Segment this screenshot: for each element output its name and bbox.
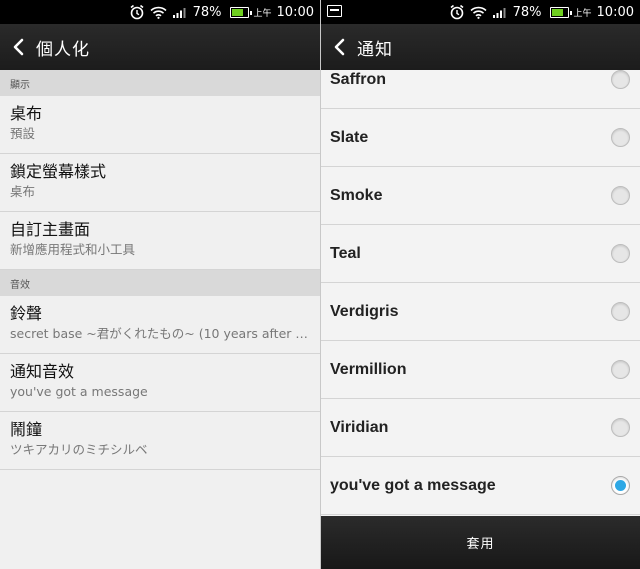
radio-button[interactable] (611, 360, 630, 379)
sound-option[interactable]: Viridian (321, 399, 640, 457)
sound-option[interactable]: Teal (321, 225, 640, 283)
setting-title: 鬧鐘 (10, 420, 43, 439)
sound-option[interactable]: you've got a message (321, 457, 640, 515)
signal-strength-icon (492, 6, 508, 18)
apply-bar: 套用 (321, 516, 640, 569)
radio-button[interactable] (611, 476, 630, 495)
action-bar: 通知 (321, 24, 640, 70)
page-title: 個人化 (36, 39, 90, 60)
sound-option-label: Viridian (330, 418, 389, 436)
setting-title: 通知音效 (10, 362, 75, 381)
setting-wallpaper[interactable]: 桌布 預設 (0, 96, 320, 154)
sound-option-label: Saffron (330, 70, 386, 88)
setting-summary: secret base ~君がくれたもの~ (10 years after V.… (10, 326, 310, 341)
battery-percent: 78% (192, 4, 222, 20)
setting-notification-sound[interactable]: 通知音效 you've got a message (0, 354, 320, 412)
radio-button[interactable] (611, 186, 630, 205)
setting-summary: 預設 (10, 126, 36, 141)
sound-option-list: Saffron Slate Smoke Teal Verdigris Vermi… (321, 70, 640, 516)
wifi-icon (150, 6, 167, 19)
sound-option-label: Smoke (330, 186, 383, 204)
setting-summary: you've got a message (10, 384, 148, 399)
alarm-clock-icon (449, 4, 465, 20)
section-header-display: 顯示 (0, 70, 320, 96)
sound-option[interactable]: Slate (321, 109, 640, 167)
sound-option[interactable]: Vermillion (321, 341, 640, 399)
setting-title: 鈴聲 (10, 304, 43, 323)
page-title: 通知 (357, 39, 393, 60)
setting-ringtone[interactable]: 鈴聲 secret base ~君がくれたもの~ (10 years after… (0, 296, 320, 354)
alarm-clock-icon (129, 4, 145, 20)
back-arrow-icon[interactable] (0, 24, 36, 70)
sound-option-label: Verdigris (330, 302, 399, 320)
setting-customize-home[interactable]: 自訂主畫面 新增應用程式和小工具 (0, 212, 320, 270)
battery-icon (227, 6, 252, 18)
settings-list: 顯示 桌布 預設 鎖定螢幕樣式 桌布 自訂主畫面 新增應用程式和小工具 音效 鈴… (0, 70, 320, 470)
setting-summary: ツキアカリのミチシルベ (10, 442, 148, 457)
sound-option-label: you've got a message (330, 476, 496, 494)
personalize-screen: 78% 上午 10:00 個人化 顯示 桌布 預設 鎖定螢幕樣式 桌布 自訂主畫… (0, 0, 320, 569)
clock: 10:00 (276, 4, 314, 20)
radio-button[interactable] (611, 70, 630, 89)
section-header-sound: 音效 (0, 270, 320, 296)
am-pm-label: 上午 (573, 8, 592, 19)
setting-lock-screen-style[interactable]: 鎖定螢幕樣式 桌布 (0, 154, 320, 212)
apply-button[interactable]: 套用 (426, 523, 534, 562)
setting-title: 桌布 (10, 104, 43, 123)
radio-button[interactable] (611, 244, 630, 263)
setting-summary: 桌布 (10, 184, 36, 199)
sound-option-label: Teal (330, 244, 361, 262)
sound-option-label: Vermillion (330, 360, 407, 378)
setting-summary: 新增應用程式和小工具 (10, 242, 136, 257)
setting-alarm[interactable]: 鬧鐘 ツキアカリのミチシルベ (0, 412, 320, 470)
action-bar: 個人化 (0, 24, 320, 70)
setting-title: 鎖定螢幕樣式 (10, 162, 107, 181)
status-bar: 78% 上午 10:00 (0, 0, 320, 24)
radio-button[interactable] (611, 302, 630, 321)
sound-option[interactable]: Saffron (321, 70, 640, 109)
notification-sound-screen: 78% 上午 10:00 通知 Saffron Slate Smoke Teal… (320, 0, 640, 569)
back-arrow-icon[interactable] (321, 24, 357, 70)
am-pm-label: 上午 (253, 8, 272, 19)
signal-strength-icon (172, 6, 188, 18)
wifi-icon (470, 6, 487, 19)
sound-option[interactable]: Smoke (321, 167, 640, 225)
status-bar: 78% 上午 10:00 (321, 0, 640, 24)
radio-button[interactable] (611, 128, 630, 147)
clock: 10:00 (596, 4, 634, 20)
radio-button[interactable] (611, 418, 630, 437)
sound-option-label: Slate (330, 128, 369, 146)
battery-icon (547, 6, 572, 18)
setting-title: 自訂主畫面 (10, 220, 91, 239)
battery-percent: 78% (512, 4, 542, 20)
sound-option[interactable]: Verdigris (321, 283, 640, 341)
notification-icon (327, 5, 342, 17)
